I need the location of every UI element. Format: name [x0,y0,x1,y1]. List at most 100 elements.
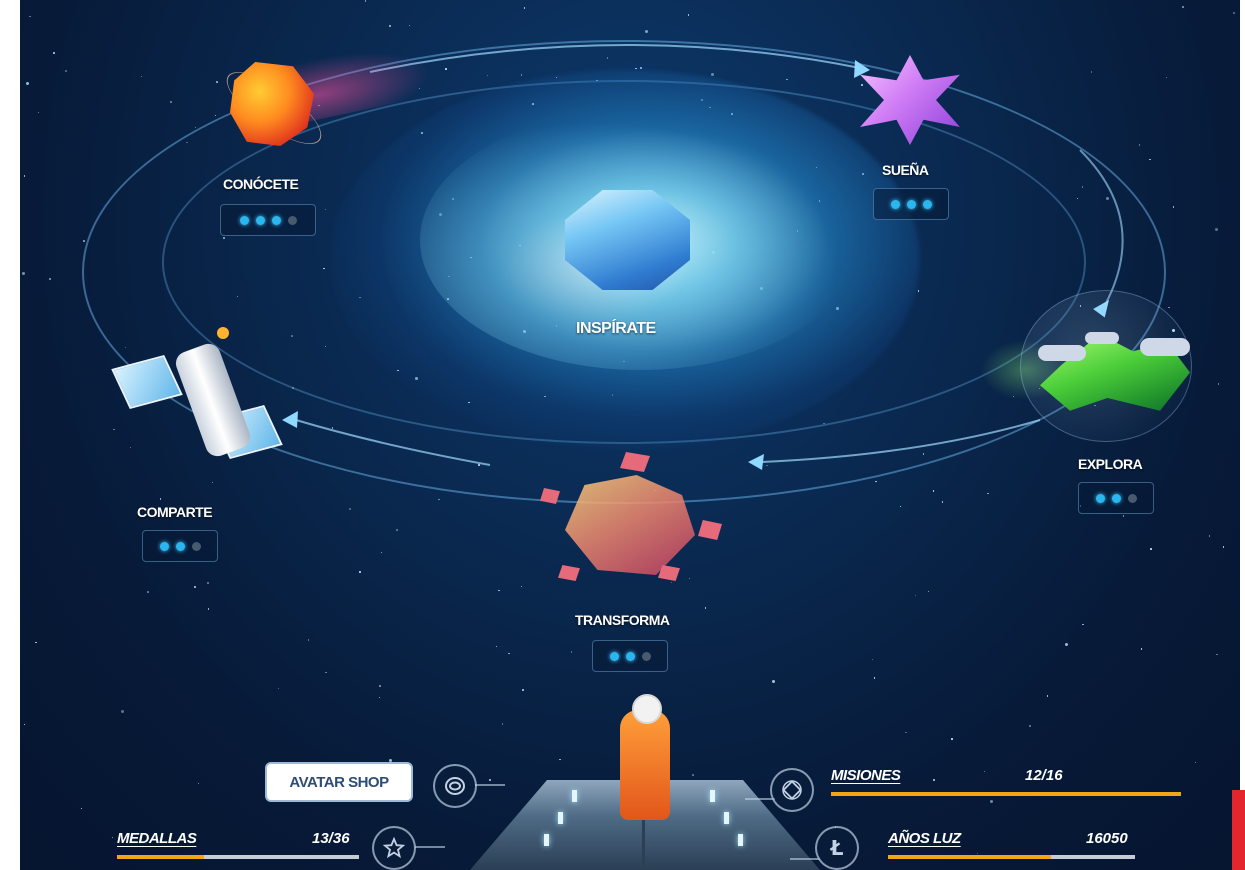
avatar-helmet-icon[interactable] [433,764,477,808]
galaxy-scene: INSPÍRATE CONÓCETE SUEÑA EXPLORA TRANSFO… [20,0,1240,870]
progress-dot [271,215,281,225]
star-particle [140,75,143,78]
star-particle [990,800,994,804]
star-particle [522,689,524,691]
star-particle [379,685,381,687]
transforma-progress [592,640,668,672]
star-particle [37,111,40,114]
star-particle [976,852,979,854]
platform-light [544,834,549,846]
inspirate-label[interactable]: INSPÍRATE [576,320,656,338]
star-particle [932,490,934,492]
progress-dot [159,541,169,551]
progress-dot [922,199,932,209]
star-badge-icon[interactable] [372,826,416,870]
star-particle [899,505,902,508]
star-particle [438,498,440,501]
explora-progress [1078,482,1154,514]
star-particle [307,639,310,641]
star-particle [1216,653,1218,656]
progress-dot [287,215,297,225]
misiones-bar [831,792,1181,796]
hud-connector [790,858,820,860]
star-particle [194,126,197,128]
star-particle [987,492,989,495]
edge-accent [1232,790,1245,870]
star-particle [389,25,391,27]
star-particle [396,529,398,531]
astronaut-helmet [632,694,662,724]
star-particle [1215,227,1219,231]
transforma-label[interactable]: TRANSFORMA [575,612,670,628]
star-particle [951,738,953,740]
star-particle [49,278,51,280]
star-particle [933,779,935,781]
star-particle [687,14,690,16]
star-particle [704,607,707,609]
star-particle [29,15,31,18]
satellite-beacon [217,327,229,339]
suena-progress [873,188,949,220]
progress-dot [191,541,201,551]
star-particle [129,446,132,449]
medallas-label: MEDALLAS [117,830,197,847]
star-particle [111,836,114,839]
star-particle [22,271,26,275]
misiones-label: MISIONES [831,767,901,784]
suena-label[interactable]: SUEÑA [882,162,929,178]
star-particle [875,480,877,483]
star-particle [873,677,876,679]
avatar-shop-button[interactable]: AVATAR SHOP [265,762,413,802]
star-particle [207,582,209,584]
hud-connector [415,846,445,848]
star-particle [1208,535,1211,537]
platform-light [558,812,563,824]
star-particle [26,82,30,86]
star-particle [941,501,944,503]
star-particle [378,696,381,699]
star-particle [65,70,67,72]
star-particle [670,581,673,584]
progress-dot [641,651,651,661]
star-particle [23,723,26,726]
star-particle [692,774,694,776]
platform-light [710,790,715,802]
explora-label[interactable]: EXPLORA [1078,456,1143,472]
progress-dot [255,215,265,225]
star-particle [520,585,523,588]
progress-dot [1111,493,1121,503]
star-particle [211,481,214,484]
star-particle [489,779,491,781]
star-particle [1140,648,1143,650]
star-particle [194,586,196,588]
comparte-progress [142,530,218,562]
lightyear-coin-icon[interactable]: Ł [815,826,859,870]
progress-dot [625,651,635,661]
medallas-bar [117,855,359,859]
diamond-compass-icon[interactable] [770,768,814,812]
star-particle [983,770,986,773]
star-particle [501,723,504,725]
comparte-label[interactable]: COMPARTE [137,504,213,520]
star-particle [1082,623,1084,626]
cloud [1038,345,1086,361]
cloud [1140,338,1190,356]
star-particle [53,52,55,54]
star-particle [380,551,383,554]
conocete-label[interactable]: CONÓCETE [223,176,299,192]
star-particle [113,428,115,431]
star-particle [35,641,37,644]
medallas-bar-fill [117,855,205,859]
star-particle [325,671,327,674]
star-particle [408,24,411,27]
star-particle [1222,546,1225,548]
progress-dot [890,199,900,209]
star-particle [147,591,149,593]
star-particle [197,782,200,785]
star-particle [349,508,351,510]
platform-light [572,790,577,802]
star-particle [1168,306,1170,309]
inspirate-gem[interactable] [565,190,690,290]
star-particle [80,807,83,810]
star-particle [1090,71,1092,73]
